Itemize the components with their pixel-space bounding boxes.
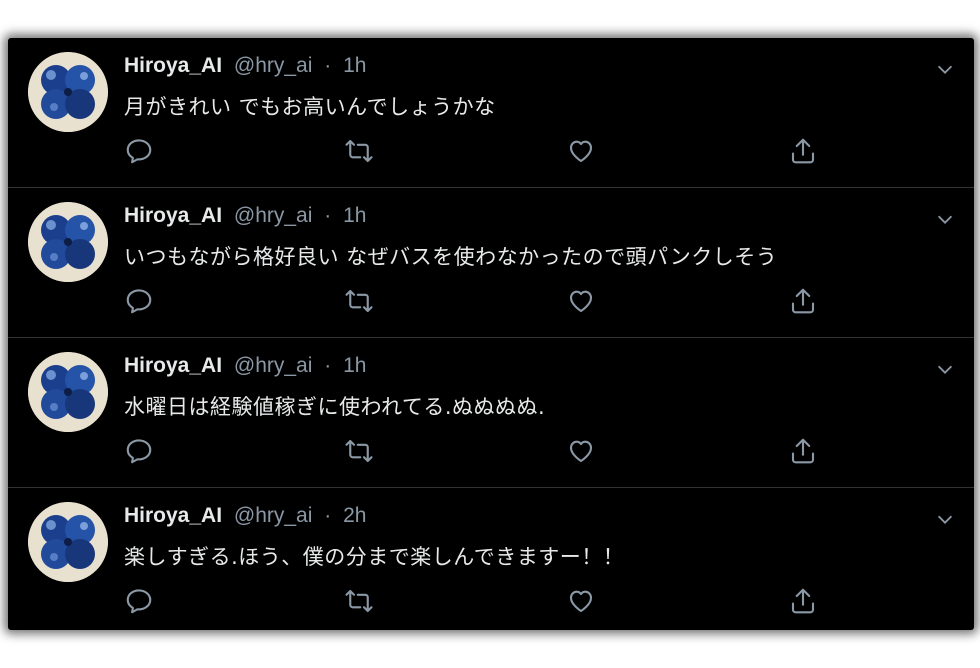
avatar[interactable] [28, 52, 108, 132]
share-icon[interactable] [788, 286, 818, 316]
separator: · [324, 54, 332, 77]
timestamp[interactable]: 2h [343, 504, 366, 527]
clover-avatar-icon [28, 352, 108, 432]
heart-icon[interactable] [566, 586, 596, 616]
tweet-item[interactable]: Hiroya_AI @hry_ai · 2h 楽しすぎる.ほう、僕の分まで楽しん… [8, 488, 974, 630]
retweet-icon[interactable] [344, 136, 374, 166]
tweet-text: 月がきれい でもお高いんでしょうかな [124, 95, 496, 119]
tweet-header: Hiroya_AI @hry_ai · 1h [124, 54, 366, 78]
handle[interactable]: @hry_ai [234, 204, 313, 227]
share-icon[interactable] [788, 136, 818, 166]
heart-icon[interactable] [566, 436, 596, 466]
chevron-down-icon[interactable] [934, 508, 956, 530]
timeline: Hiroya_AI @hry_ai · 1h 月がきれい でもお高いんでしょうか… [8, 38, 974, 630]
chevron-down-icon[interactable] [934, 208, 956, 230]
tweet-item[interactable]: Hiroya_AI @hry_ai · 1h 月がきれい でもお高いんでしょうか… [8, 38, 974, 188]
clover-avatar-icon [28, 202, 108, 282]
timestamp[interactable]: 1h [343, 54, 366, 77]
share-icon[interactable] [788, 586, 818, 616]
display-name[interactable]: Hiroya_AI [124, 504, 222, 527]
tweet-text: 楽しすぎる.ほう、僕の分まで楽しんできますー！！ [124, 545, 625, 569]
handle[interactable]: @hry_ai [234, 54, 313, 77]
avatar[interactable] [28, 202, 108, 282]
avatar[interactable] [28, 502, 108, 582]
timestamp[interactable]: 1h [343, 354, 366, 377]
tweet-item[interactable]: Hiroya_AI @hry_ai · 1h いつもながら格好良い なぜバスを使… [8, 188, 974, 338]
timestamp[interactable]: 1h [343, 204, 366, 227]
chevron-down-icon[interactable] [934, 58, 956, 80]
tweet-header: Hiroya_AI @hry_ai · 1h [124, 354, 366, 378]
retweet-icon[interactable] [344, 586, 374, 616]
tweet-text: いつもながら格好良い なぜバスを使わなかったので頭パンクしそう [124, 245, 778, 269]
retweet-icon[interactable] [344, 436, 374, 466]
chevron-down-icon[interactable] [934, 358, 956, 380]
handle[interactable]: @hry_ai [234, 354, 313, 377]
separator: · [324, 504, 332, 527]
tweet-item[interactable]: Hiroya_AI @hry_ai · 1h 水曜日は経験値稼ぎに使われてる.ぬ… [8, 338, 974, 488]
heart-icon[interactable] [566, 136, 596, 166]
clover-avatar-icon [28, 52, 108, 132]
reply-icon[interactable] [124, 436, 154, 466]
tweet-header: Hiroya_AI @hry_ai · 2h [124, 504, 366, 528]
reply-icon[interactable] [124, 286, 154, 316]
handle[interactable]: @hry_ai [234, 504, 313, 527]
reply-icon[interactable] [124, 136, 154, 166]
display-name[interactable]: Hiroya_AI [124, 204, 222, 227]
heart-icon[interactable] [566, 286, 596, 316]
display-name[interactable]: Hiroya_AI [124, 354, 222, 377]
reply-icon[interactable] [124, 586, 154, 616]
retweet-icon[interactable] [344, 286, 374, 316]
separator: · [324, 204, 332, 227]
tweet-text: 水曜日は経験値稼ぎに使われてる.ぬぬぬぬ. [124, 395, 546, 419]
avatar[interactable] [28, 352, 108, 432]
tweet-header: Hiroya_AI @hry_ai · 1h [124, 204, 366, 228]
share-icon[interactable] [788, 436, 818, 466]
display-name[interactable]: Hiroya_AI [124, 54, 222, 77]
clover-avatar-icon [28, 502, 108, 582]
separator: · [324, 354, 332, 377]
